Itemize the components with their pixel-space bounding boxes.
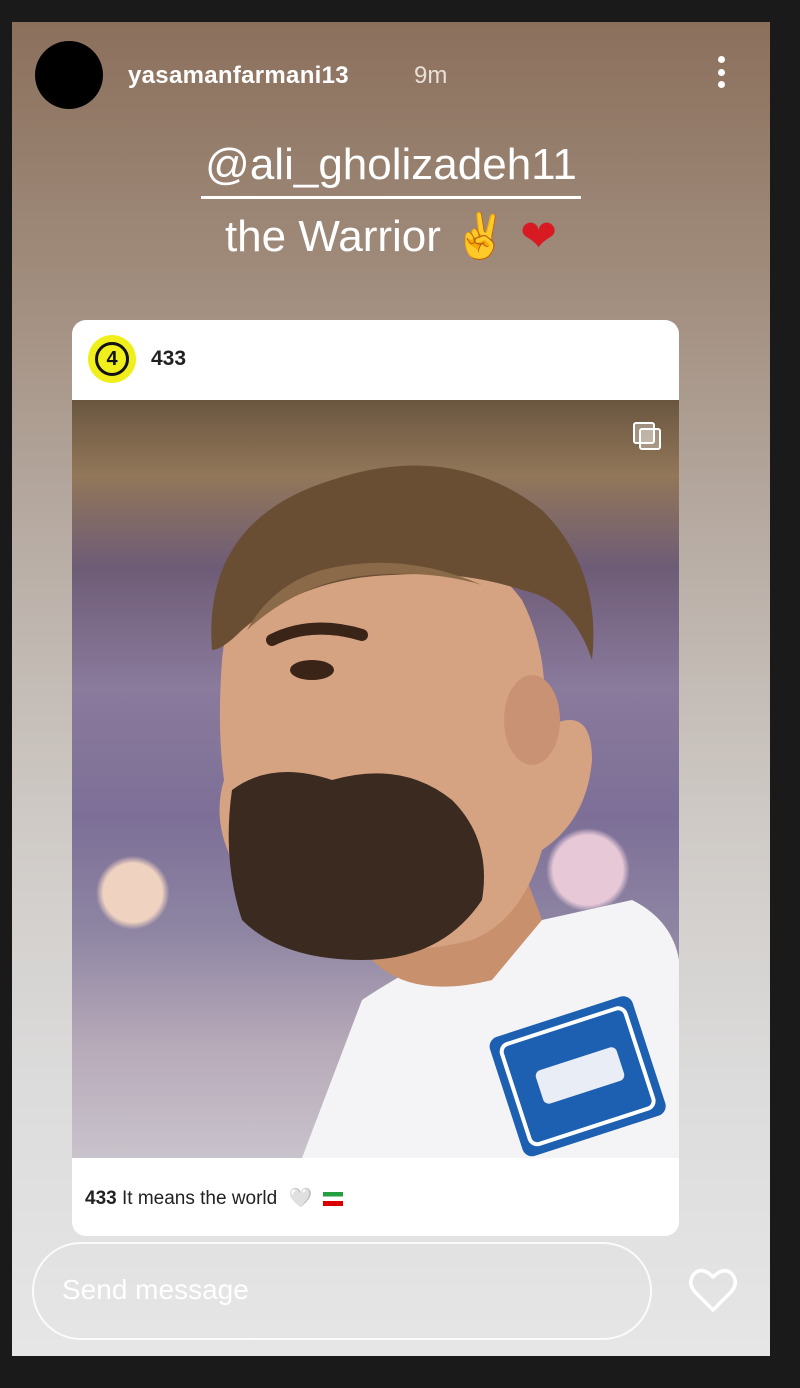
- post-logo-icon: 4: [95, 342, 129, 376]
- victory-hand-icon: ✌: [453, 212, 508, 261]
- mention-text: @ali_gholizadeh11: [201, 140, 581, 199]
- carousel-icon: [633, 422, 661, 450]
- post-author[interactable]: 433: [151, 347, 186, 371]
- white-heart-icon: 🤍: [288, 1188, 313, 1209]
- story-caption: the Warrior ✌ ❤: [12, 210, 770, 262]
- post-caption: 433 It means the world 🤍: [85, 1186, 344, 1210]
- send-message-input[interactable]: Send message: [32, 1242, 652, 1340]
- story-frame: yasamanfarmani13 9m @ali_gholizadeh11 th…: [0, 0, 800, 1388]
- story-time: 9m: [414, 62, 448, 89]
- red-heart-icon: ❤: [520, 212, 558, 261]
- heart-outline-icon[interactable]: [685, 1262, 741, 1318]
- mention-sticker[interactable]: @ali_gholizadeh11: [12, 140, 770, 199]
- story-username[interactable]: yasamanfarmani13: [128, 62, 349, 90]
- caption-text: the Warrior: [224, 212, 441, 261]
- send-message-placeholder: Send message: [62, 1274, 249, 1305]
- post-photo[interactable]: [72, 400, 679, 1158]
- post-caption-author: 433: [85, 1188, 117, 1209]
- more-icon[interactable]: [706, 52, 736, 92]
- post-avatar: 4: [88, 335, 136, 383]
- shared-post[interactable]: 4 433 433 It means the world 🤍: [72, 320, 679, 1236]
- post-header: 4 433: [72, 320, 679, 400]
- story-viewer[interactable]: yasamanfarmani13 9m @ali_gholizadeh11 th…: [12, 22, 770, 1356]
- player-portrait: [211, 465, 679, 1158]
- post-caption-text: It means the world: [121, 1188, 278, 1209]
- avatar[interactable]: [35, 41, 103, 109]
- iran-flag-icon: [323, 1191, 344, 1206]
